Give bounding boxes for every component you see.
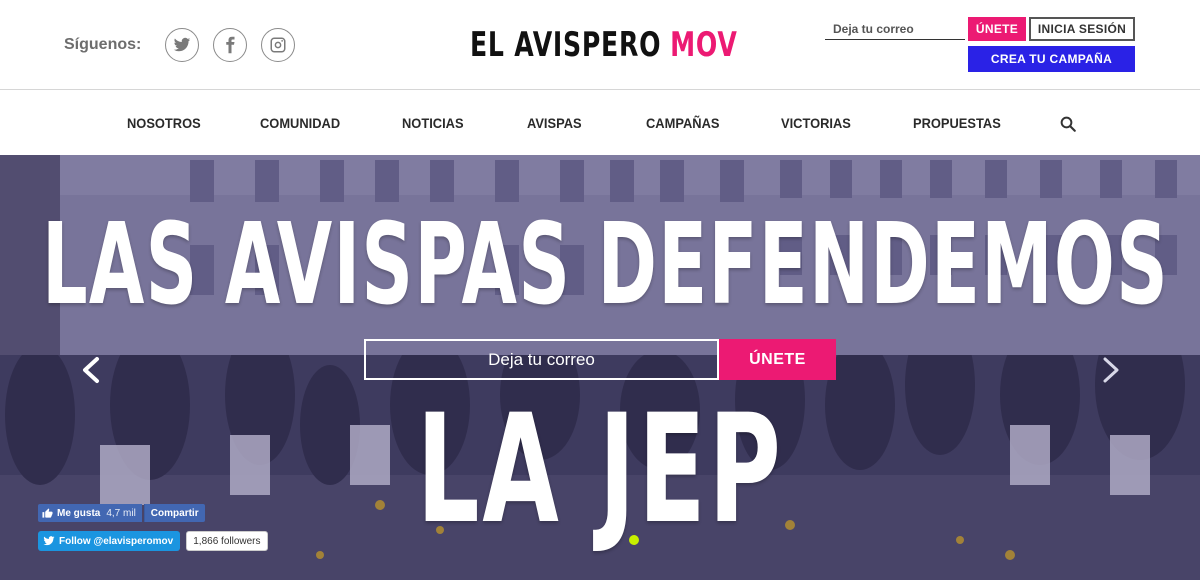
main-nav: NOSOTROS COMUNIDAD NOTICIAS AVISPAS CAMP…: [0, 91, 1200, 155]
newsletter-email-input[interactable]: [825, 18, 965, 40]
facebook-like-widget: Me gusta 4,7 mil Compartir: [38, 504, 205, 522]
twitter-icon[interactable]: [165, 28, 200, 62]
nav-item-noticias[interactable]: NOTICIAS: [402, 115, 464, 131]
nav-item-campanas[interactable]: CAMPAÑAS: [646, 115, 719, 131]
twitter-follow-label: Follow @elavisperomov: [59, 535, 174, 547]
hero-headline-secondary: LA JEP: [380, 383, 820, 557]
social-follow: Síguenos:: [64, 28, 309, 62]
search-icon[interactable]: [1059, 115, 1077, 133]
facebook-like-button[interactable]: Me gusta: [38, 504, 107, 522]
twitter-follower-count: 1,866 followers: [186, 531, 268, 551]
instagram-icon[interactable]: [261, 28, 296, 62]
nav-item-victorias[interactable]: VICTORIAS: [781, 115, 851, 131]
hero-headline-text: LAS AVISPAS DEFENDEMOS: [41, 200, 1169, 330]
top-header: Síguenos: EL AVISPERO MOV ÚNETE INICIA S…: [0, 0, 1200, 90]
hero-headline: LAS AVISPAS DEFENDEMOS: [41, 195, 1167, 335]
twitter-follow-widget: Follow @elavisperomov 1,866 followers: [38, 531, 268, 551]
carousel-next-button[interactable]: [1098, 355, 1124, 385]
hero-email-input[interactable]: [364, 339, 719, 380]
facebook-like-count: 4,7 mil: [106, 504, 142, 522]
facebook-icon[interactable]: [213, 28, 248, 62]
logo-text-main: EL AVISPERO: [470, 25, 662, 65]
hero-banner: LAS AVISPAS DEFENDEMOS ÚNETE LA JEP Me g…: [0, 155, 1200, 580]
site-logo[interactable]: EL AVISPERO MOV: [470, 22, 740, 68]
carousel-dot[interactable]: [629, 535, 639, 545]
join-button[interactable]: ÚNETE: [968, 17, 1026, 41]
hero-headline-secondary-text: LA JEP: [416, 383, 784, 557]
logo-text-accent: MOV: [670, 25, 738, 65]
facebook-share-button[interactable]: Compartir: [143, 504, 205, 522]
chevron-left-icon: [83, 357, 99, 383]
carousel-prev-button[interactable]: [78, 355, 104, 385]
chevron-right-icon: [1103, 357, 1119, 383]
nav-item-nosotros[interactable]: NOSOTROS: [127, 115, 201, 131]
twitter-bird-icon: [43, 536, 55, 546]
follow-label: Síguenos:: [64, 36, 142, 53]
login-button[interactable]: INICIA SESIÓN: [1029, 17, 1135, 41]
facebook-like-label: Me gusta: [57, 507, 101, 519]
twitter-follow-button[interactable]: Follow @elavisperomov: [38, 531, 181, 551]
hero-join-button[interactable]: ÚNETE: [719, 339, 836, 380]
create-campaign-button[interactable]: CREA TU CAMPAÑA: [968, 46, 1135, 72]
nav-item-avispas[interactable]: AVISPAS: [527, 115, 582, 131]
nav-item-propuestas[interactable]: PROPUESTAS: [913, 115, 1001, 131]
nav-item-comunidad[interactable]: COMUNIDAD: [260, 115, 340, 131]
thumbs-up-icon: [42, 507, 53, 518]
